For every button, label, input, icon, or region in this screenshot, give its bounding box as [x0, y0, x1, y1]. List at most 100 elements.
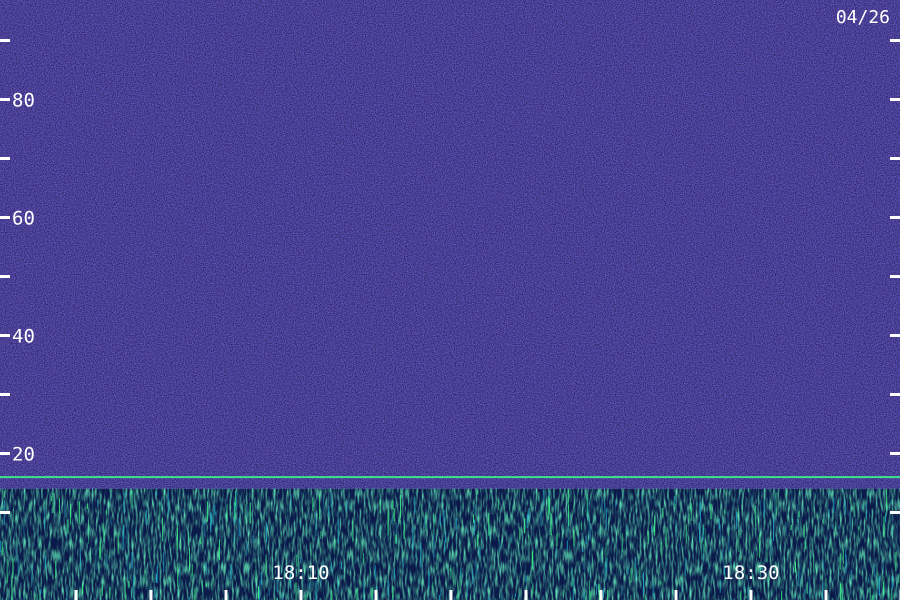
band-streak — [177, 522, 179, 542]
band-streak — [532, 550, 534, 564]
spectrogram-chart: 10080604020 18:1018:3018:50 04/26 — [0, 0, 900, 600]
band-streak — [675, 503, 676, 510]
band-streak — [246, 540, 248, 556]
band-streak — [699, 522, 700, 543]
band-streak — [443, 510, 445, 526]
band-streak — [244, 504, 246, 524]
band-streak — [260, 571, 262, 585]
band-streak — [105, 509, 107, 516]
band-streak — [543, 489, 545, 505]
band-streak — [252, 535, 254, 544]
band-streak — [315, 512, 317, 536]
band-streak — [651, 525, 652, 531]
band-streak — [388, 515, 390, 522]
band-streak — [6, 558, 8, 584]
band-streak — [755, 505, 757, 527]
band-streak — [381, 582, 383, 588]
band-streak — [182, 508, 184, 513]
band-streak — [895, 551, 897, 572]
band-streak — [36, 593, 38, 600]
band-streak — [566, 540, 568, 551]
band-streak — [532, 584, 534, 595]
band-streak — [131, 552, 133, 569]
band-streak — [877, 575, 879, 596]
band-streak — [755, 547, 757, 551]
band-streak — [392, 585, 394, 600]
band-streak — [702, 526, 704, 541]
band-streak — [330, 493, 332, 508]
band-streak — [652, 582, 654, 596]
band-streak — [44, 506, 45, 529]
band-streak — [556, 533, 558, 547]
band-streak — [87, 503, 89, 510]
band-streak — [474, 504, 476, 515]
band-streak — [808, 577, 810, 598]
band-streak — [460, 567, 462, 578]
y-tick-right — [890, 452, 900, 455]
band-streak — [249, 502, 251, 524]
band-streak — [562, 493, 564, 501]
band-streak — [265, 554, 267, 577]
band-streak — [775, 492, 777, 516]
band-streak — [773, 518, 774, 541]
x-tick — [374, 590, 378, 600]
band-streak — [337, 576, 339, 592]
band-streak — [392, 500, 394, 510]
band-streak — [710, 503, 712, 520]
band-streak — [583, 592, 585, 600]
horizontal-line-1 — [0, 476, 900, 479]
band-streak — [679, 543, 681, 551]
band-streak — [393, 568, 395, 579]
band-streak — [737, 508, 739, 515]
band-streak — [863, 594, 865, 600]
band-streak — [235, 492, 237, 510]
band-streak — [127, 554, 129, 579]
band-streak — [194, 588, 196, 600]
band-streak — [804, 588, 806, 600]
band-streak — [420, 542, 422, 568]
band-streak — [201, 579, 203, 593]
band-streak — [467, 580, 469, 598]
band-streak — [572, 578, 574, 600]
band-streak — [0, 540, 2, 553]
band-streak — [641, 491, 643, 500]
band-streak — [867, 577, 869, 584]
band-streak — [412, 527, 414, 550]
band-streak — [736, 511, 738, 530]
band-streak — [501, 593, 503, 600]
band-streak — [290, 493, 292, 509]
band-streak — [526, 514, 528, 529]
band-streak — [205, 562, 207, 575]
band-streak — [582, 548, 584, 553]
band-streak — [126, 519, 128, 544]
y-tick-right — [890, 334, 900, 337]
band-streak — [822, 582, 824, 600]
band-streak — [800, 564, 802, 585]
y-tick-label: 80 — [12, 90, 35, 112]
band-streak — [295, 582, 297, 600]
band-streak — [653, 527, 655, 533]
band-streak — [590, 590, 592, 600]
band-streak — [156, 491, 158, 496]
band-streak — [547, 496, 549, 520]
band-streak — [387, 580, 389, 596]
band-streak — [346, 501, 348, 513]
band-streak — [797, 503, 799, 526]
band-streak — [218, 539, 220, 560]
band-streak — [334, 540, 336, 554]
band-streak — [203, 519, 205, 537]
band-streak — [154, 588, 156, 599]
band-streak — [890, 499, 892, 505]
band-streak — [891, 576, 893, 590]
band-streak — [352, 521, 354, 541]
band-streak — [850, 570, 852, 581]
band-streak — [320, 530, 321, 540]
band-streak — [300, 522, 302, 528]
band-streak — [728, 537, 730, 555]
y-tick-right — [890, 157, 900, 160]
band-streak — [67, 519, 69, 534]
band-streak — [450, 564, 452, 580]
band-streak — [444, 531, 446, 543]
band-streak — [101, 586, 103, 596]
band-streak — [356, 588, 358, 600]
